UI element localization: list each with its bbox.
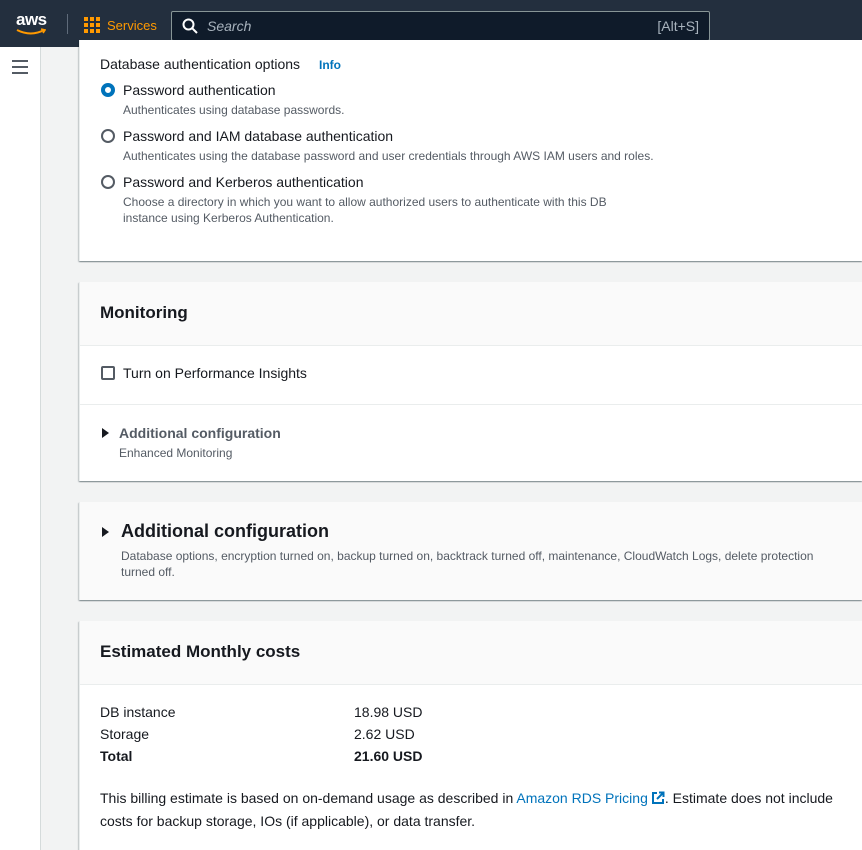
- option-password-auth-label: Password authentication: [123, 82, 276, 98]
- billing-suffix-2: costs for backup storage, IOs (if applic…: [100, 813, 476, 829]
- cost-label-storage: Storage: [100, 726, 150, 742]
- search-placeholder: Search: [207, 18, 252, 34]
- side-navigation-rail: [0, 47, 41, 850]
- billing-estimate-note: This billing estimate is based on on-dem…: [100, 787, 850, 833]
- costs-title: Estimated Monthly costs: [100, 642, 301, 661]
- additional-configuration-toggle[interactable]: Additional configuration: [121, 521, 329, 542]
- radio-password-iam-auth[interactable]: [101, 129, 115, 143]
- option-password-kerberos-auth-desc-1: Choose a directory in which you want to …: [123, 195, 607, 209]
- monitoring-header: Monitoring: [80, 282, 862, 346]
- external-link-icon[interactable]: [651, 791, 665, 805]
- menu-icon[interactable]: [12, 60, 28, 74]
- option-password-iam-auth-desc: Authenticates using the database passwor…: [123, 149, 654, 163]
- cost-value-total: 21.60 USD: [354, 748, 423, 764]
- cost-value-db-instance: 18.98 USD: [354, 704, 423, 720]
- nav-divider: [67, 14, 68, 34]
- authentication-panel: Database authentication options Info Pas…: [79, 40, 862, 261]
- additional-configuration-desc-1: Database options, encryption turned on, …: [121, 549, 814, 563]
- option-password-iam-auth-label: Password and IAM database authentication: [123, 128, 394, 144]
- caret-right-icon[interactable]: [102, 527, 109, 537]
- services-menu-button[interactable]: Services: [84, 16, 157, 34]
- auth-info-link[interactable]: Info: [319, 58, 341, 72]
- billing-prefix: This billing estimate is based on on-dem…: [100, 790, 517, 806]
- estimated-costs-panel: Estimated Monthly costs DB instance 18.9…: [79, 621, 862, 850]
- cost-value-storage: 2.62 USD: [354, 726, 415, 742]
- amazon-rds-pricing-link[interactable]: Amazon RDS Pricing: [516, 790, 648, 806]
- additional-configuration-panel: Additional configuration Database option…: [79, 502, 862, 600]
- performance-insights-label: Turn on Performance Insights: [123, 365, 307, 381]
- radio-password-auth[interactable]: [101, 83, 115, 97]
- additional-configuration-desc-2: turned off.: [121, 565, 175, 579]
- option-password-kerberos-auth-desc-2: instance using Kerberos Authentication.: [123, 211, 334, 225]
- search-input[interactable]: Search [Alt+S]: [171, 11, 710, 41]
- cost-label-total: Total: [100, 748, 133, 764]
- caret-right-icon[interactable]: [102, 428, 109, 438]
- monitoring-title: Monitoring: [100, 303, 188, 322]
- billing-suffix-1: . Estimate does not include: [664, 790, 833, 806]
- monitoring-additional-config-desc: Enhanced Monitoring: [119, 446, 233, 460]
- search-icon: [182, 18, 198, 34]
- performance-insights-checkbox[interactable]: [101, 366, 115, 380]
- services-label: Services: [107, 17, 157, 33]
- aws-logo[interactable]: aws: [16, 10, 52, 36]
- monitoring-additional-config-toggle[interactable]: Additional configuration: [119, 425, 281, 441]
- aws-logo-text: aws: [16, 10, 47, 29]
- monitoring-divider: [80, 404, 862, 405]
- option-password-kerberos-auth-label: Password and Kerberos authentication: [123, 174, 364, 190]
- radio-password-kerberos-auth[interactable]: [101, 175, 115, 189]
- monitoring-panel: Monitoring Turn on Performance Insights …: [79, 282, 862, 481]
- auth-section-label: Database authentication options: [100, 56, 301, 72]
- services-grid-icon: [84, 17, 100, 33]
- option-password-auth-desc: Authenticates using database passwords.: [123, 103, 345, 117]
- cost-label-db-instance: DB instance: [100, 704, 176, 720]
- aws-smile-icon: [16, 28, 46, 35]
- search-shortcut-hint: [Alt+S]: [657, 18, 699, 34]
- costs-header: Estimated Monthly costs: [80, 621, 862, 685]
